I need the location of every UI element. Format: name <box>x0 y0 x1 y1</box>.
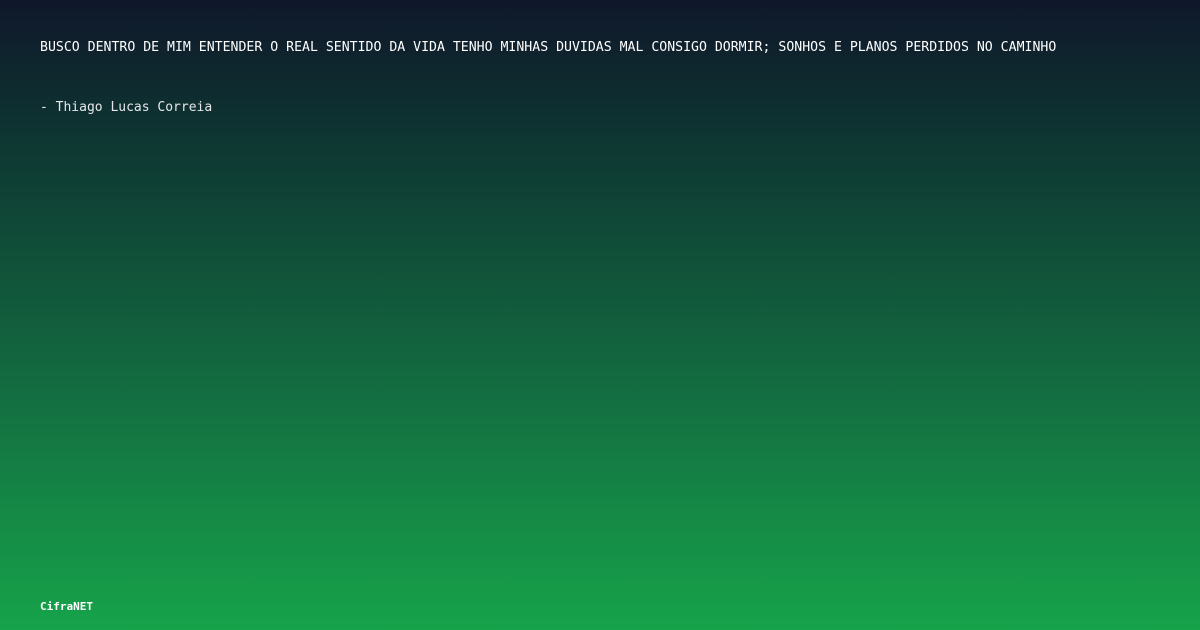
brand-logo-text: CifraNET <box>40 600 93 613</box>
quote-text: BUSCO DENTRO DE MIM ENTENDER O REAL SENT… <box>40 40 1057 55</box>
quote-author: - Thiago Lucas Correia <box>40 100 213 115</box>
